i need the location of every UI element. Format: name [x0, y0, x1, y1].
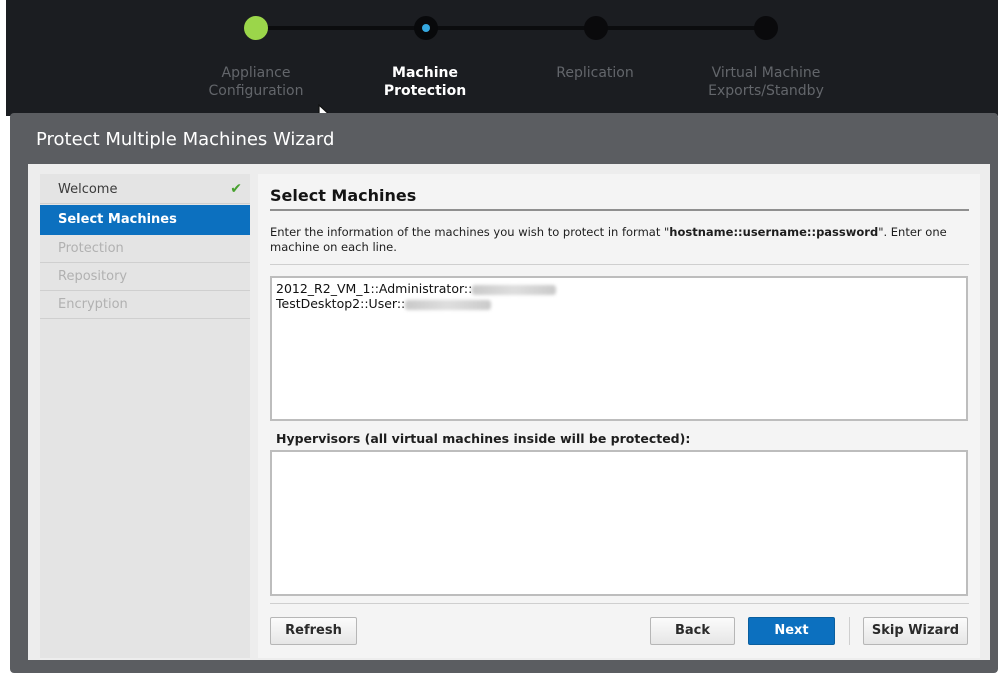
button-separator — [849, 617, 850, 645]
instructions-format: hostname::username::password — [669, 225, 879, 239]
hypervisors-textarea[interactable] — [270, 450, 968, 596]
instructions-text: Enter the information of the machines yo… — [270, 225, 970, 255]
step-label-line: Machine — [392, 65, 458, 81]
step-label-line: Appliance — [221, 65, 291, 81]
wizard-progress-banner — [6, 0, 998, 116]
nav-item-select-machines[interactable]: Select Machines — [40, 205, 250, 235]
nav-item-label: Protection — [58, 241, 124, 256]
nav-item-label: Select Machines — [58, 212, 177, 227]
machine-entry-host-user: TestDesktop2::User:: — [276, 296, 406, 311]
refresh-button[interactable]: Refresh — [270, 617, 357, 645]
redacted-password — [405, 299, 492, 310]
step-label-virtual-machine-exports: Virtual Machine Exports/Standby — [691, 64, 841, 100]
nav-item-protection: Protection — [40, 235, 250, 263]
step-label-line: Replication — [556, 65, 634, 81]
instructions-divider — [270, 264, 969, 265]
step-label-appliance-configuration: Appliance Configuration — [181, 64, 331, 100]
machine-entry: TestDesktop2::User:: — [276, 296, 492, 311]
machine-entry-host-user: 2012_R2_VM_1::Administrator:: — [276, 281, 473, 296]
redacted-password — [472, 284, 557, 295]
back-button[interactable]: Back — [650, 617, 735, 645]
hypervisors-label: Hypervisors (all virtual machines inside… — [276, 431, 691, 446]
step-dot-machine-protection — [414, 16, 438, 40]
nav-item-label: Repository — [58, 269, 128, 284]
next-button[interactable]: Next — [748, 617, 835, 645]
nav-item-label: Encryption — [58, 297, 128, 312]
nav-item-label: Welcome — [58, 182, 118, 197]
step-dot-virtual-machine-exports — [754, 16, 778, 40]
progress-connector — [596, 26, 766, 30]
footer-divider — [270, 603, 969, 604]
step-dot-replication — [584, 16, 608, 40]
step-label-replication: Replication — [520, 64, 670, 82]
nav-item-welcome[interactable]: Welcome ✔ — [40, 176, 250, 204]
step-label-line: Exports/Standby — [708, 83, 824, 99]
page-title: Select Machines — [270, 186, 417, 205]
skip-wizard-button[interactable]: Skip Wizard — [863, 617, 968, 645]
progress-connector — [256, 26, 426, 30]
step-dot-appliance-configuration — [244, 16, 268, 40]
wizard-title: Protect Multiple Machines Wizard — [36, 129, 335, 150]
instructions-prefix: Enter the information of the machines yo… — [270, 225, 670, 239]
machine-entry: 2012_R2_VM_1::Administrator:: — [276, 281, 557, 296]
nav-item-repository: Repository — [40, 263, 250, 291]
machines-textarea[interactable]: 2012_R2_VM_1::Administrator:: TestDeskto… — [270, 276, 968, 421]
step-label-line: Protection — [383, 83, 467, 99]
step-label-machine-protection: Machine Protection — [350, 64, 500, 100]
step-label-line: Virtual Machine — [711, 65, 821, 81]
nav-item-encryption: Encryption — [40, 291, 250, 319]
check-icon: ✔ — [230, 181, 242, 197]
title-divider — [270, 209, 969, 211]
step-label-line: Configuration — [208, 83, 304, 99]
progress-connector — [426, 26, 596, 30]
